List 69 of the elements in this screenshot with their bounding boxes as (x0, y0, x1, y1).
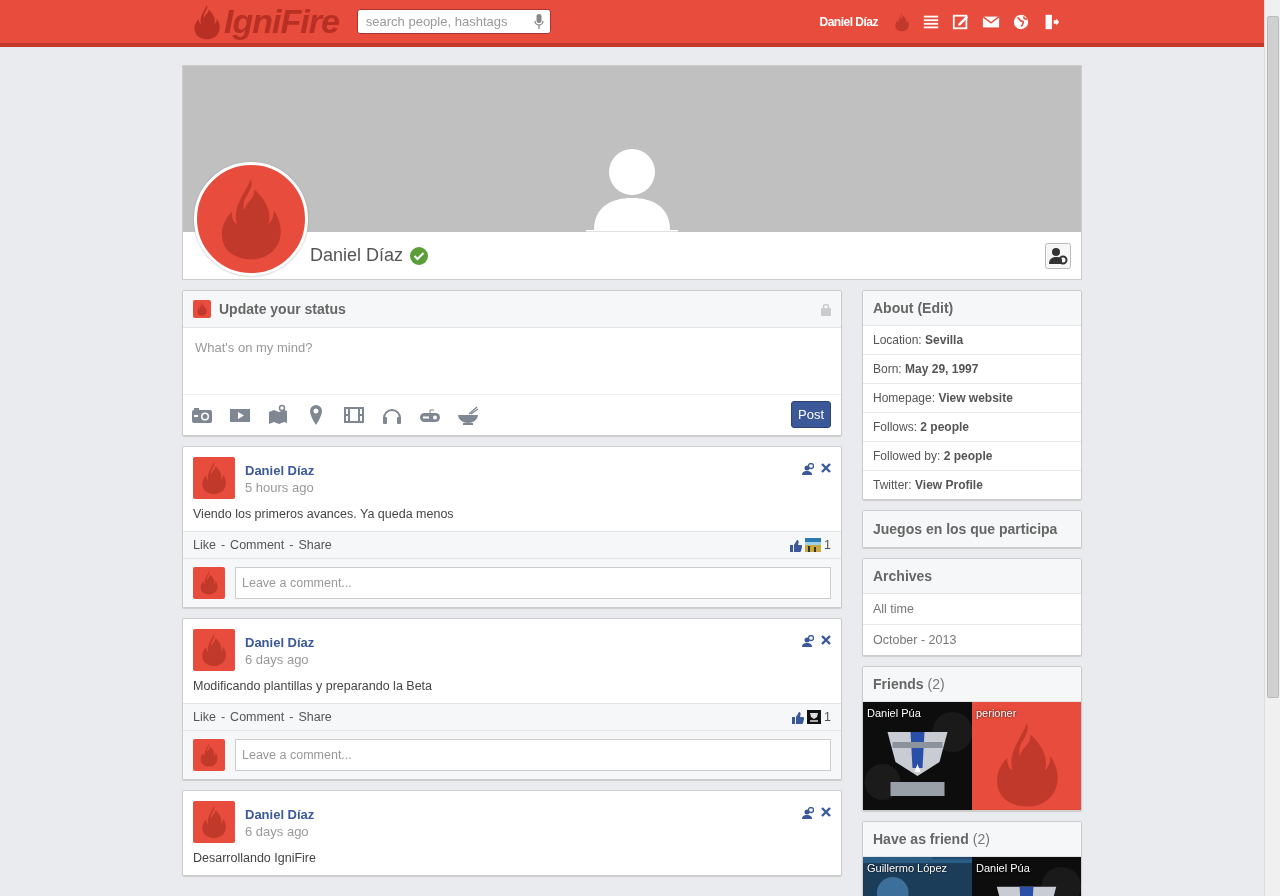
post-time: 5 hours ago (245, 480, 314, 495)
people-icon[interactable] (802, 807, 815, 819)
about-row: Location: Sevilla (873, 333, 964, 347)
friends-title: Have as friend (873, 831, 969, 847)
flame-icon (200, 804, 228, 840)
edit-link[interactable]: (Edit) (917, 300, 954, 316)
friends-count: (2) (972, 831, 990, 847)
author-link[interactable]: Daniel Díaz (245, 807, 315, 822)
friend-name[interactable]: Daniel Púa (976, 862, 1030, 874)
close-icon[interactable] (821, 807, 831, 817)
flame-icon (199, 742, 219, 768)
edit-icon[interactable] (952, 12, 970, 31)
flame-icon (199, 570, 219, 596)
author-link[interactable]: Daniel Díaz (245, 635, 315, 650)
separator: - (289, 710, 294, 724)
globe-icon[interactable] (1012, 12, 1030, 31)
scrollbar[interactable] (1264, 0, 1280, 896)
friend-name[interactable]: perioner (976, 707, 1017, 719)
user-name[interactable]: Daniel Díaz (819, 14, 878, 29)
user-settings-button[interactable] (1045, 242, 1071, 269)
about-row: Followed by: 2 people (873, 449, 993, 463)
flame-icon (200, 460, 228, 496)
close-icon[interactable] (821, 463, 831, 473)
archive-link[interactable]: All time (863, 594, 1081, 625)
action-link[interactable]: Comment (230, 710, 285, 724)
comment-field[interactable]: Leave a comment... (235, 567, 831, 599)
status-title: Update your status (219, 301, 346, 317)
status-field[interactable]: What's on my mind? (183, 328, 841, 394)
thumbs-up-icon[interactable] (790, 538, 803, 552)
post-time: 6 days ago (245, 824, 309, 839)
about-title: About (873, 300, 914, 316)
action-link[interactable]: Comment (230, 538, 285, 552)
separator: - (289, 538, 294, 552)
post-button[interactable]: Post (791, 401, 831, 428)
people-icon[interactable] (802, 463, 815, 475)
action-link[interactable]: Like (193, 710, 216, 724)
like-count: 1 (824, 710, 831, 724)
action-link[interactable]: Like (193, 538, 216, 552)
about-row: Twitter: View Profile (873, 478, 983, 492)
author-link[interactable]: Daniel Díaz (245, 463, 315, 478)
friend-name[interactable]: Daniel Púa (867, 707, 921, 719)
comment-field[interactable]: Leave a comment... (235, 739, 831, 771)
people-icon[interactable] (802, 635, 815, 647)
search-field[interactable]: search people, hashtags (356, 9, 551, 34)
about-row: Follows: 2 people (873, 420, 970, 434)
separator: - (220, 710, 226, 724)
flame-icon (200, 632, 228, 668)
post-time: 6 days ago (245, 652, 309, 667)
separator: - (220, 538, 226, 552)
archive-link[interactable]: October - 2013 (863, 625, 1081, 655)
about-row: Born: May 29, 1997 (873, 362, 979, 376)
post-text: Viendo los primeros avances. Ya queda menos (192, 506, 455, 523)
like-count: 1 (824, 538, 831, 552)
action-link[interactable]: Share (298, 710, 332, 724)
post-text: Desarrollando IgniFire (192, 850, 317, 867)
status-composer[interactable]: Update your status What's on my mind? Post (182, 290, 842, 436)
microphone-icon[interactable] (533, 14, 544, 29)
friends-count: (2) (927, 676, 945, 692)
thumbs-up-icon[interactable] (792, 710, 805, 724)
about-row: Homepage: View website (873, 391, 1013, 405)
user-avatar-icon (894, 11, 910, 32)
action-link[interactable]: Share (298, 538, 332, 552)
friends-title: Friends (873, 676, 924, 692)
map-icon[interactable] (267, 403, 289, 426)
post-text: Modificando plantillas y preparando la Beta (192, 678, 434, 695)
person-silhouette-icon (586, 148, 678, 232)
archives-title: Archives (873, 568, 933, 584)
close-icon[interactable] (821, 635, 831, 645)
profile-name: Daniel Díaz (310, 245, 404, 266)
